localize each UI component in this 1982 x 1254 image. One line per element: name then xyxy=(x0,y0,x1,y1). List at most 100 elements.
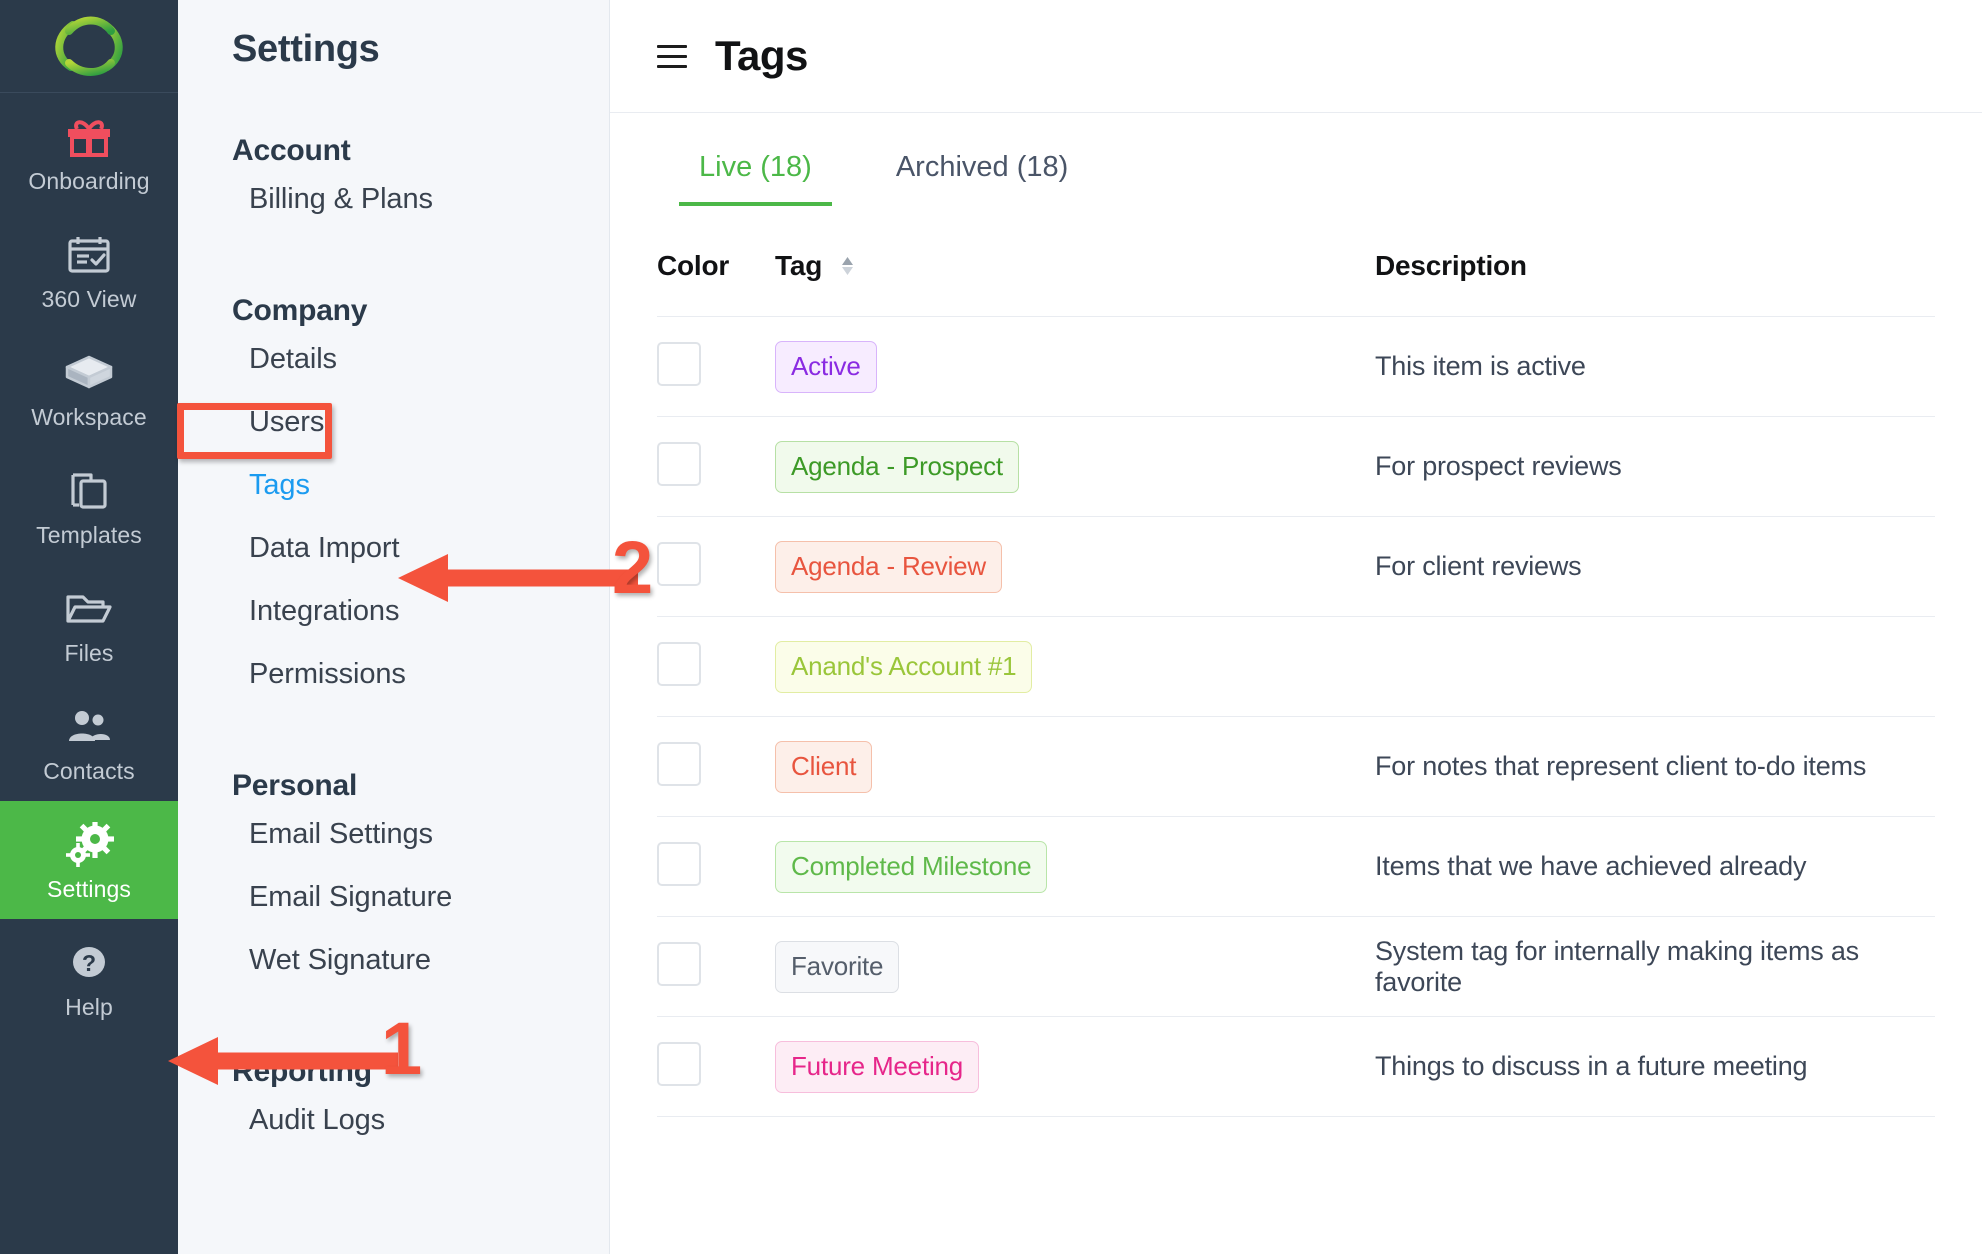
logo-icon xyxy=(55,16,123,76)
sidebar-item-email-signature[interactable]: Email Signature xyxy=(232,866,609,929)
question-circle-icon: ? xyxy=(65,938,113,988)
table-row[interactable]: Favorite System tag for internally makin… xyxy=(657,916,1935,1017)
cell-tag: Anand's Account #1 xyxy=(775,616,1375,717)
sidebar-item-details[interactable]: Details xyxy=(232,328,609,391)
cell-description: This item is active xyxy=(1375,316,1935,417)
main-page-title: Tags xyxy=(715,32,808,79)
hamburger-icon[interactable] xyxy=(657,44,687,68)
column-header-description: Description xyxy=(1375,250,1527,281)
sidebar-item-users[interactable]: Users xyxy=(232,391,609,454)
cell-description xyxy=(1375,1116,1935,1217)
rail-label: Workspace xyxy=(31,403,147,430)
rail-item-templates[interactable]: Templates xyxy=(0,447,178,565)
cell-color[interactable] xyxy=(657,316,775,417)
rail-label: Settings xyxy=(47,875,131,902)
tag-pill[interactable]: Favorite xyxy=(775,940,900,993)
nav-group-heading: Account xyxy=(232,134,351,167)
folder-icon xyxy=(63,584,115,634)
cell-color[interactable] xyxy=(657,716,775,817)
cell-description: System tag for internally making items a… xyxy=(1375,916,1935,1017)
color-swatch[interactable] xyxy=(657,542,701,586)
cell-color[interactable] xyxy=(657,416,775,517)
cell-tag: Client xyxy=(775,716,1375,817)
table-row[interactable]: Completed Milestone Items that we have a… xyxy=(657,816,1935,917)
main-header: Tags xyxy=(610,0,1982,113)
tag-pill[interactable]: Client xyxy=(775,740,873,793)
cell-description: For client reviews xyxy=(1375,516,1935,617)
tab-archived[interactable]: Archived (18) xyxy=(854,151,1110,206)
sidebar-item-email-settings[interactable]: Email Settings xyxy=(232,803,609,866)
table-row[interactable]: Active This item is active xyxy=(657,316,1935,417)
cell-color[interactable] xyxy=(657,516,775,617)
sidebar-item-billing-and-plans[interactable]: Billing & Plans xyxy=(232,168,609,231)
cell-description: Things to discuss in a future meeting xyxy=(1375,1016,1935,1117)
column-header-tag-label: Tag xyxy=(775,250,823,281)
cell-color[interactable] xyxy=(657,916,775,1017)
primary-nav-rail: Onboarding 360 View Workspace Templates … xyxy=(0,0,178,1254)
cell-color[interactable] xyxy=(657,816,775,917)
box-icon xyxy=(63,348,115,398)
color-swatch[interactable] xyxy=(657,742,701,786)
tag-pill[interactable]: Anand's Account #1 xyxy=(775,640,1033,693)
rail-label: Onboarding xyxy=(28,167,150,194)
rail-item-onboarding[interactable]: Onboarding xyxy=(0,93,178,211)
rail-label: Files xyxy=(64,639,114,666)
tag-pill[interactable]: Agenda - Review xyxy=(775,540,1002,593)
sidebar-item-audit-logs[interactable]: Audit Logs xyxy=(232,1089,609,1152)
rail-item-workspace[interactable]: Workspace xyxy=(0,329,178,447)
table-row[interactable]: Client For notes that represent client t… xyxy=(657,716,1935,817)
cell-color[interactable] xyxy=(657,1016,775,1117)
color-swatch[interactable] xyxy=(657,842,701,886)
svg-text:?: ? xyxy=(82,950,96,976)
cell-tag: Favorite xyxy=(775,916,1375,1017)
rail-item-contacts[interactable]: Contacts xyxy=(0,683,178,801)
tag-pill[interactable]: Active xyxy=(775,340,877,393)
tag-pill[interactable]: Agenda - Prospect xyxy=(775,440,1019,493)
sort-arrows-icon[interactable] xyxy=(839,253,856,279)
settings-sidebar: Settings Account Billing & Plans Company… xyxy=(178,0,610,1254)
sidebar-item-integrations[interactable]: Integrations xyxy=(232,580,609,643)
tag-pill[interactable]: Completed Milestone xyxy=(775,840,1048,893)
color-swatch[interactable] xyxy=(657,442,701,486)
cell-description: For prospect reviews xyxy=(1375,416,1935,517)
table-row[interactable]: Future Meeting Things to discuss in a fu… xyxy=(657,1016,1935,1117)
rail-item-360-view[interactable]: 360 View xyxy=(0,211,178,329)
tags-table-body: Active This item is active Agenda - Pros… xyxy=(657,316,1935,1217)
sidebar-item-wet-signature[interactable]: Wet Signature xyxy=(232,929,609,992)
cell-tag: Future Meeting xyxy=(775,1016,1375,1117)
table-row[interactable]: Anand's Account #1 xyxy=(657,616,1935,717)
color-swatch[interactable] xyxy=(657,1042,701,1086)
nav-group-company: Company Details Users Tags Data Import I… xyxy=(232,294,609,706)
copy-icon xyxy=(65,466,113,516)
nav-group-heading: Company xyxy=(232,294,368,327)
column-header-tag[interactable]: Tag xyxy=(775,250,1375,317)
table-row[interactable] xyxy=(657,1116,1935,1217)
rail-item-help[interactable]: ? Help xyxy=(0,919,178,1037)
table-row[interactable]: Agenda - Review For client reviews xyxy=(657,516,1935,617)
sidebar-item-data-import[interactable]: Data Import xyxy=(232,517,609,580)
color-swatch[interactable] xyxy=(657,942,701,986)
table-row[interactable]: Agenda - Prospect For prospect reviews xyxy=(657,416,1935,517)
tag-pill[interactable]: Future Meeting xyxy=(775,1040,980,1093)
people-icon xyxy=(63,702,115,752)
main-panel: Tags Live (18) Archived (18) Color Tag D… xyxy=(610,0,1982,1254)
company-logo[interactable] xyxy=(0,0,178,93)
tags-table-head: Color Tag Description xyxy=(657,250,1935,317)
cell-color[interactable] xyxy=(657,616,775,717)
rail-label: Contacts xyxy=(43,757,135,784)
tab-live[interactable]: Live (18) xyxy=(657,151,854,206)
color-swatch[interactable] xyxy=(657,642,701,686)
nav-group-heading: Personal xyxy=(232,769,358,802)
rail-item-settings[interactable]: Settings xyxy=(0,801,178,919)
tab-bar: Live (18) Archived (18) xyxy=(610,151,1982,206)
table-header-row: Color Tag Description xyxy=(657,250,1935,317)
cell-color[interactable] xyxy=(657,1116,775,1217)
sidebar-item-permissions[interactable]: Permissions xyxy=(232,643,609,706)
rail-item-files[interactable]: Files xyxy=(0,565,178,683)
cell-description xyxy=(1375,616,1935,717)
rail-label: 360 View xyxy=(41,285,137,312)
gears-icon xyxy=(63,820,115,870)
sidebar-item-tags[interactable]: Tags xyxy=(232,454,609,517)
calendar-check-icon xyxy=(65,230,113,280)
color-swatch[interactable] xyxy=(657,342,701,386)
